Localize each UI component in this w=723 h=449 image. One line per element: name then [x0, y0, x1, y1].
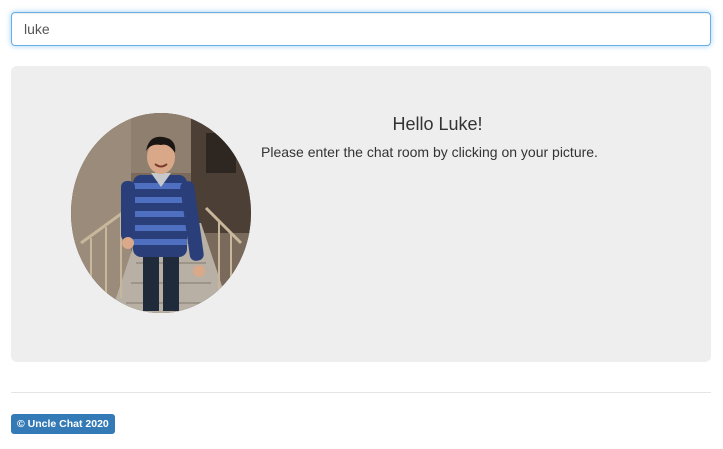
instruction-text: Please enter the chat room by clicking o… — [261, 144, 598, 160]
copyright-badge: © Uncle Chat 2020 — [11, 414, 115, 434]
greeting-heading: Hello Luke! — [392, 114, 483, 134]
footer-divider — [11, 392, 711, 393]
name-input[interactable] — [11, 12, 711, 46]
welcome-panel: Hello Luke! Please enter the chat room b… — [11, 66, 711, 362]
profile-photo-icon — [71, 113, 251, 313]
user-avatar-picture[interactable] — [71, 113, 251, 313]
